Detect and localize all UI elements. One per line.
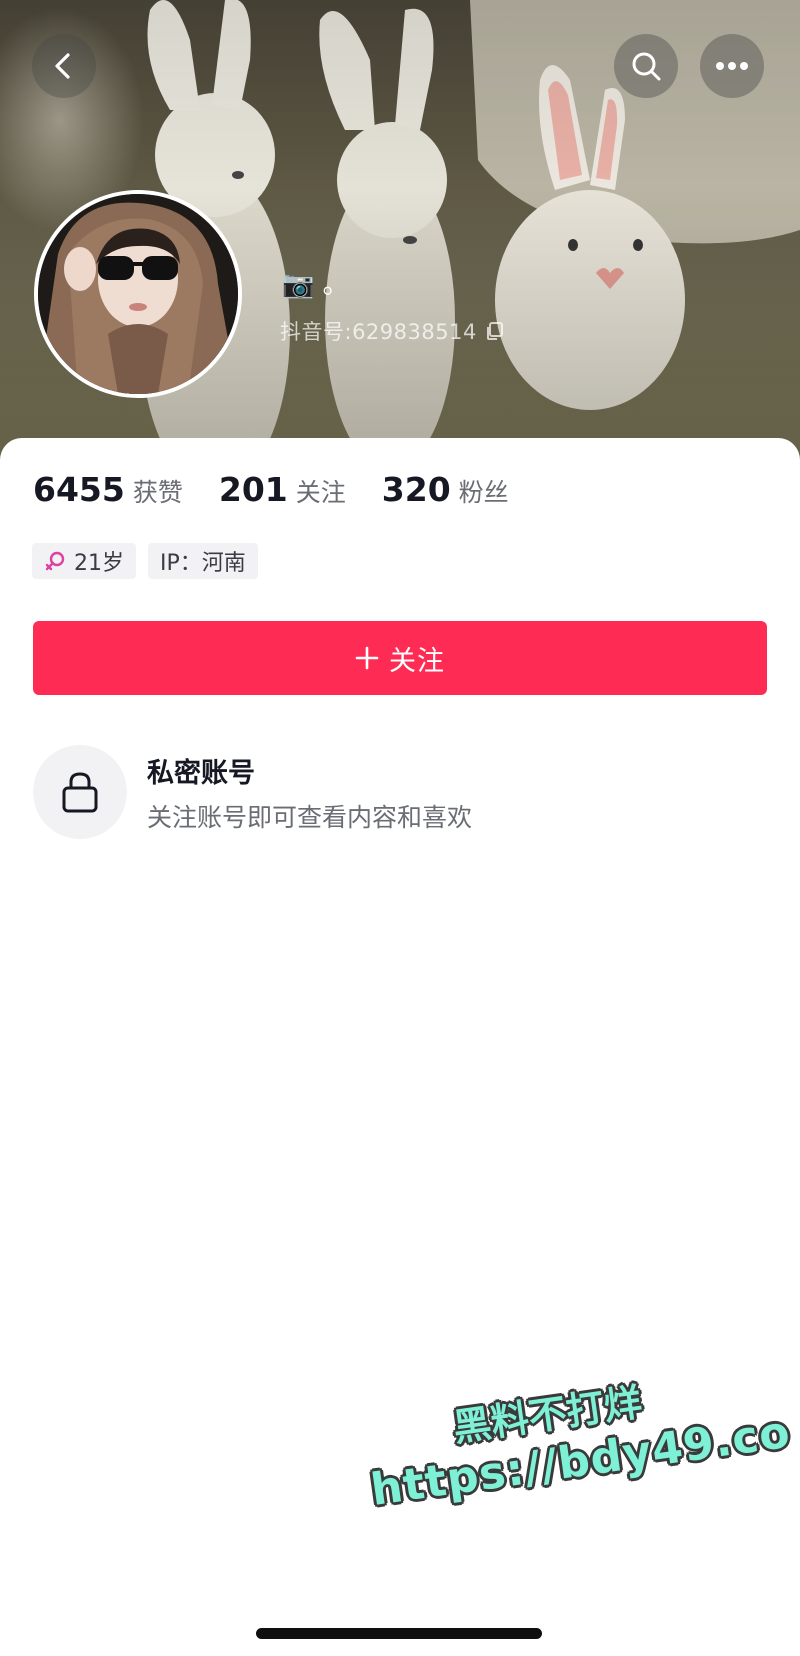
plus-icon [355,646,379,670]
female-icon [45,551,65,571]
nickname-text: 📷 。 [282,269,349,300]
stat-followers[interactable]: 320 粉丝 [382,470,509,509]
douyin-id[interactable]: 抖音号:629838514 [280,316,505,346]
stat-value: 201 [218,470,288,509]
stat-following[interactable]: 201 关注 [219,470,346,509]
private-text-block: 私密账号 关注账号即可查看内容和喜欢 [147,751,472,834]
nickname: 📷 。 [282,262,349,302]
private-account-notice: 私密账号 关注账号即可查看内容和喜欢 [33,745,472,839]
douyin-id-text: 抖音号:629838514 [280,320,477,344]
follow-button[interactable]: 关注 [33,621,767,695]
age-tag: 21岁 [32,543,136,579]
chevron-left-icon [55,53,70,79]
home-indicator[interactable] [256,1628,542,1639]
stat-label: 获赞 [132,478,183,507]
back-button[interactable] [32,34,96,98]
age-text: 21岁 [74,551,124,576]
profile-tags: 21岁 IP：河南 [32,543,258,579]
ip-text: IP：河南 [160,551,246,576]
search-button[interactable] [614,34,678,98]
avatar-image [38,194,238,394]
copy-icon [486,322,503,340]
stat-label: 关注 [295,478,346,507]
stat-value: 320 [381,470,451,509]
private-title: 私密账号 [147,757,255,789]
stat-value: 6455 [33,470,125,509]
more-button[interactable] [700,34,764,98]
stat-likes[interactable]: 6455 获赞 [33,470,183,509]
lock-icon [62,772,98,813]
stats-row: 6455 获赞 201 关注 320 粉丝 [33,470,545,509]
private-description: 关注账号即可查看内容和喜欢 [147,802,473,832]
stat-label: 粉丝 [458,478,509,507]
lock-badge [33,745,127,839]
more-dots-icon [716,62,748,70]
search-icon [632,52,661,81]
follow-button-label: 关注 [389,645,445,677]
ip-tag: IP：河南 [148,543,258,579]
avatar[interactable] [34,190,242,398]
